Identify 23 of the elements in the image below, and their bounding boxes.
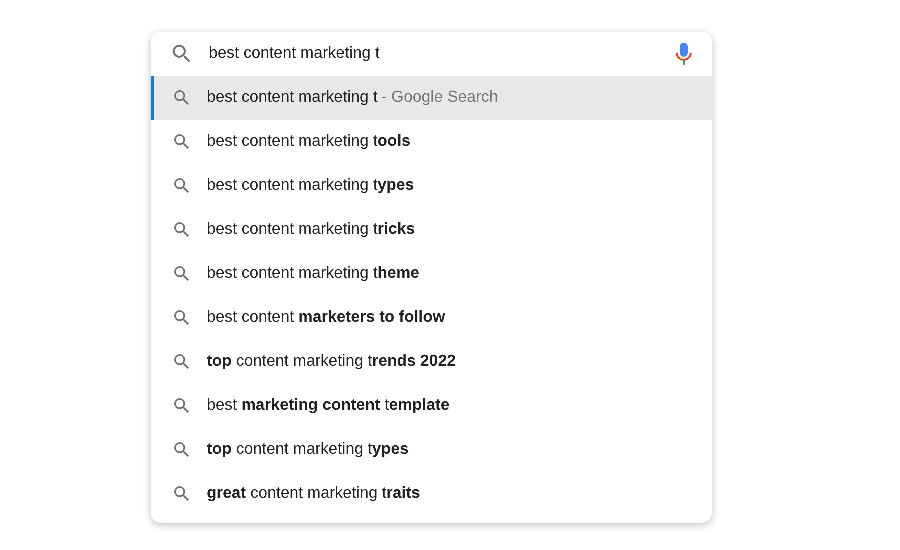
suggestion-item[interactable]: top content marketing trends 2022 bbox=[151, 340, 712, 384]
search-icon bbox=[172, 484, 192, 504]
search-icon bbox=[172, 352, 192, 372]
search-icon bbox=[172, 176, 192, 196]
suggestion-item[interactable]: best content marketing tricks bbox=[151, 208, 712, 252]
suggestion-item[interactable]: great content marketing traits bbox=[151, 472, 712, 516]
suggestion-item[interactable]: best content marketers to follow bbox=[151, 296, 712, 340]
search-icon bbox=[172, 220, 192, 240]
search-icon bbox=[172, 88, 192, 108]
suggestion-item[interactable]: best content marketing t - Google Search bbox=[151, 76, 712, 120]
microphone-icon[interactable] bbox=[676, 42, 692, 66]
suggestion-item[interactable]: best content marketing tools bbox=[151, 120, 712, 164]
suggestion-item[interactable]: top content marketing types bbox=[151, 428, 712, 472]
search-icon bbox=[172, 440, 192, 460]
suggestion-item[interactable]: best content marketing types bbox=[151, 164, 712, 208]
search-icon bbox=[172, 264, 192, 284]
search-icon bbox=[172, 396, 192, 416]
search-icon bbox=[172, 132, 192, 152]
search-field[interactable]: best content marketing t bbox=[209, 45, 676, 63]
search-icon bbox=[172, 308, 192, 328]
suggestion-item[interactable]: best content marketing theme bbox=[151, 252, 712, 296]
suggestion-item[interactable]: best marketing content template bbox=[151, 384, 712, 428]
suggestion-hint: - Google Search bbox=[382, 89, 498, 107]
